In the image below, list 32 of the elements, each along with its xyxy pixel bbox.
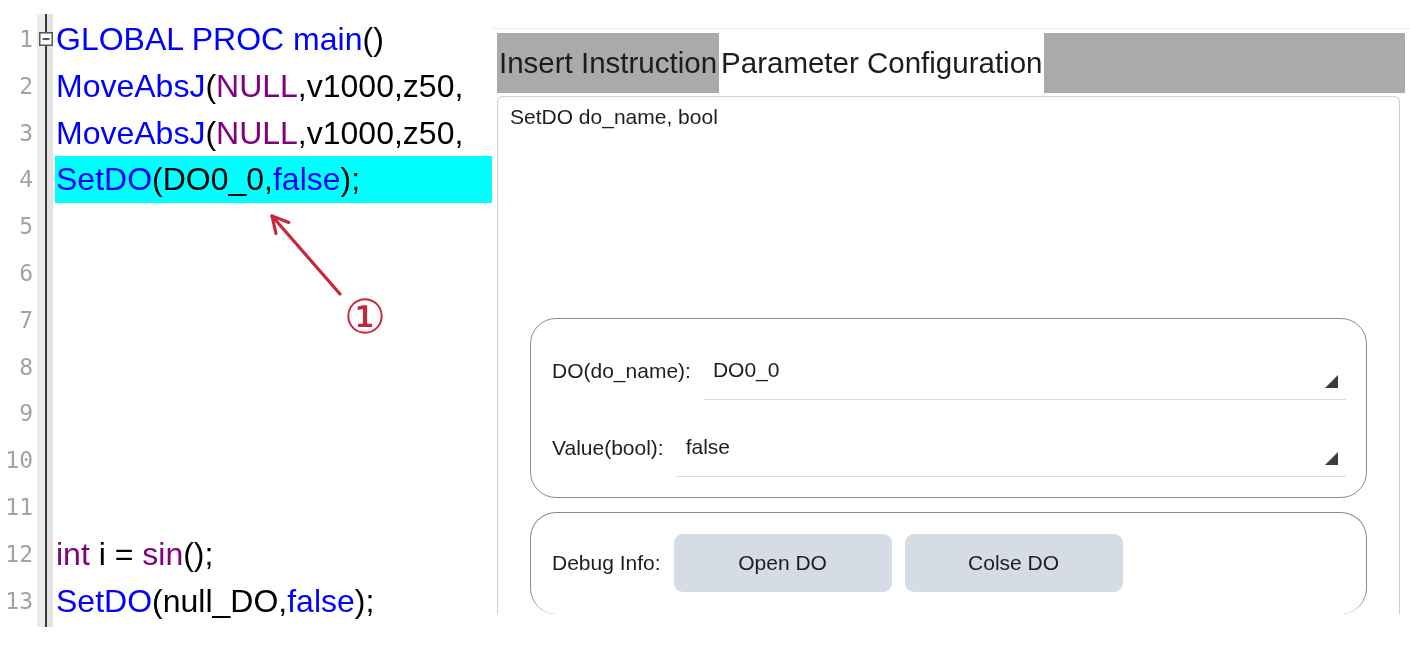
line-number: 8 — [18, 352, 34, 382]
line-number: 11 — [4, 492, 34, 522]
code-line: int i = sin(); — [55, 534, 215, 574]
line-number: 3 — [18, 118, 34, 148]
dropdown[interactable]: false — [676, 431, 1346, 477]
line-number: 6 — [18, 259, 34, 288]
code-line: GLOBAL PROC main() — [55, 20, 385, 59]
dropdown[interactable]: DO0_0 — [703, 354, 1346, 400]
line-number: 5 — [18, 212, 34, 242]
parameter-label: Value(bool): — [552, 435, 664, 461]
tab[interactable]: Parameter Configuration — [719, 33, 1045, 93]
line-number: 1 — [18, 25, 34, 54]
line-number: 7 — [18, 305, 34, 335]
tab[interactable]: Insert Instruction — [497, 33, 720, 93]
parameter-label: DO(do_name): — [552, 358, 691, 384]
collapse-icon[interactable] — [39, 32, 53, 47]
debug-label: Debug Info: — [552, 551, 661, 575]
code-line: SetDO(null_DO,false); — [55, 581, 376, 621]
line-number: 13 — [4, 586, 34, 616]
code-line: MoveAbsJ(NULL,v1000,z50, — [55, 113, 465, 153]
line-number: 12 — [4, 539, 34, 569]
debug-button[interactable]: Colse DO — [904, 534, 1123, 592]
line-number: 4 — [18, 165, 34, 195]
caret-icon — [1325, 375, 1338, 388]
line-number: 2 — [18, 71, 34, 101]
instruction-signature: SetDO do_name, bool — [510, 104, 718, 130]
caret-icon — [1325, 452, 1338, 465]
debug-button[interactable]: Open DO — [673, 534, 892, 592]
line-number: 9 — [18, 399, 34, 429]
annotation-number: ① — [344, 293, 387, 340]
line-number: 10 — [4, 446, 34, 476]
code-line: MoveAbsJ(NULL,v1000,z50, — [55, 66, 465, 106]
